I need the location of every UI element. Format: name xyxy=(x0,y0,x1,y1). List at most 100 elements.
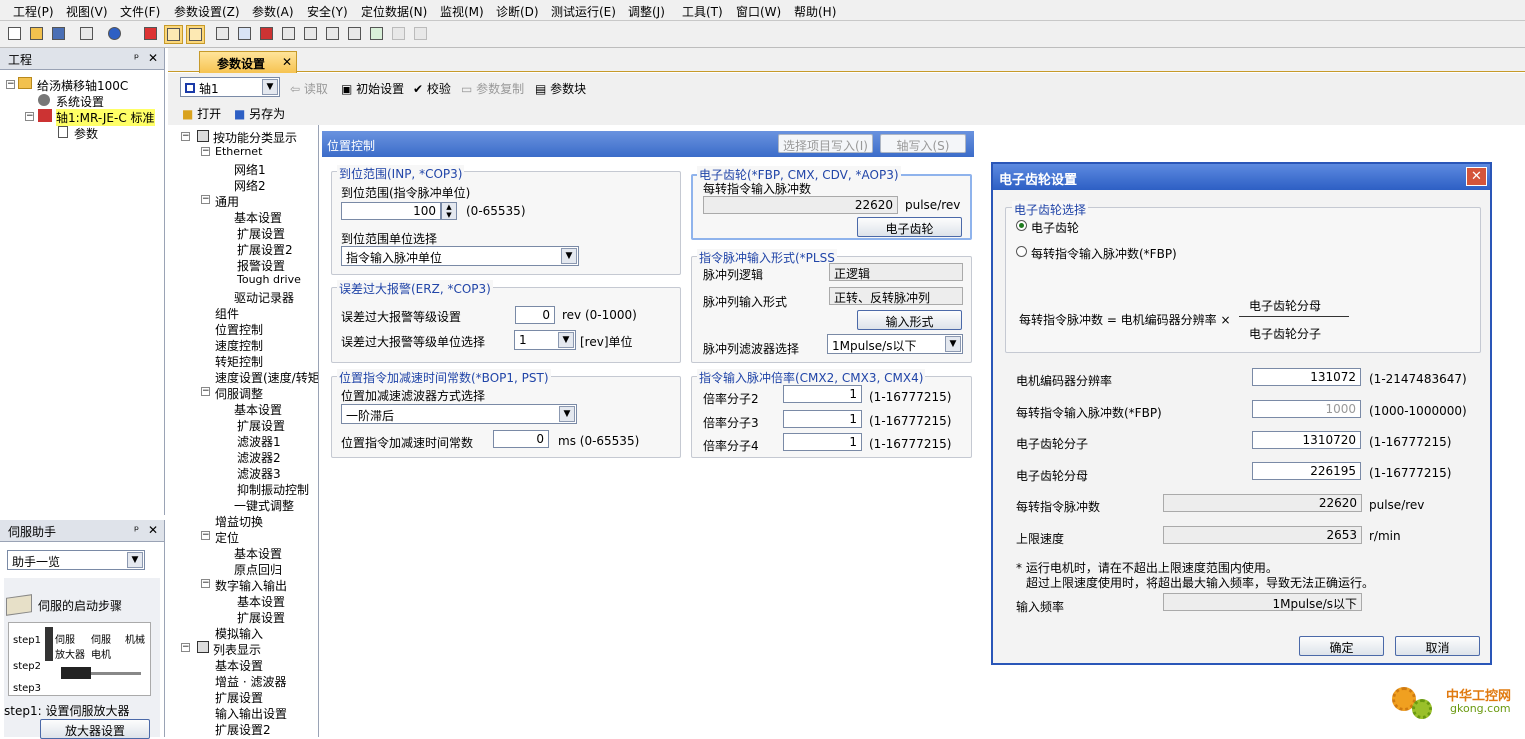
tree-extended2[interactable]: 扩展设置2 xyxy=(237,241,293,258)
tree-home-return[interactable]: 原点回归 xyxy=(234,561,282,578)
monitor-icon[interactable] xyxy=(214,25,233,44)
menu-tools[interactable]: 工具(T) xyxy=(682,3,723,20)
collapse-icon[interactable]: − xyxy=(201,147,210,156)
inp-range-input[interactable]: 100 xyxy=(341,202,441,220)
tree-speed-control[interactable]: 速度控制 xyxy=(215,337,263,354)
erz-level-input[interactable]: 0 xyxy=(515,306,555,324)
help-icon[interactable] xyxy=(106,25,125,44)
spin-icon[interactable]: ▲ ▼ xyxy=(441,202,457,220)
tree-positioning[interactable]: 定位 xyxy=(215,529,239,546)
tree-filter2[interactable]: 滤波器2 xyxy=(237,449,281,466)
toggle-a-icon[interactable] xyxy=(164,25,183,44)
cmx4-input[interactable]: 1 xyxy=(783,433,862,451)
radio-fbp[interactable] xyxy=(1016,246,1027,257)
alarm-icon[interactable] xyxy=(258,25,277,44)
assistant-select[interactable]: 助手一览 ▼ xyxy=(7,550,145,570)
menu-param-settings[interactable]: 参数设置(Z) xyxy=(174,3,240,20)
pin-icon[interactable]: ᵖ xyxy=(134,523,139,537)
tree-parameter[interactable]: 参数 xyxy=(74,125,98,142)
toggle-b-icon[interactable] xyxy=(186,25,205,44)
cmx2-input[interactable]: 1 xyxy=(783,385,862,403)
tuning-icon[interactable] xyxy=(324,25,343,44)
close-tab-icon[interactable]: ✕ xyxy=(282,55,292,69)
tree-vibration[interactable]: 抑制振动控制 xyxy=(237,481,309,498)
tree-digital-io[interactable]: 数字输入输出 xyxy=(215,577,287,594)
tree-io-settings[interactable]: 输入输出设置 xyxy=(215,705,287,722)
menu-adjust[interactable]: 调整(J) xyxy=(628,3,665,20)
tree-io-basic[interactable]: 基本设置 xyxy=(237,593,285,610)
tree-list-extended2[interactable]: 扩展设置2 xyxy=(215,721,271,737)
fbp-input[interactable]: 1000 xyxy=(1252,400,1361,418)
tree-tough-drive[interactable]: Tough drive xyxy=(237,273,301,286)
chevron-down-icon[interactable]: ▼ xyxy=(262,79,278,95)
collapse-icon[interactable]: − xyxy=(6,80,15,89)
tree-position-control[interactable]: 位置控制 xyxy=(215,321,263,338)
chevron-down-icon[interactable]: ▼ xyxy=(559,406,575,422)
tree-list-extended[interactable]: 扩展设置 xyxy=(215,689,263,706)
close-icon[interactable]: ✕ xyxy=(1466,167,1487,186)
saveas-button[interactable]: ■ 另存为 xyxy=(234,105,285,122)
tree-network2[interactable]: 网络2 xyxy=(234,177,266,194)
collapse-icon[interactable]: − xyxy=(201,579,210,588)
tree-network1[interactable]: 网络1 xyxy=(234,161,266,178)
menu-file[interactable]: 文件(F) xyxy=(120,3,160,20)
collapse-icon[interactable]: − xyxy=(181,643,190,652)
chevron-down-icon[interactable]: ▼ xyxy=(945,336,961,352)
collapse-icon[interactable]: − xyxy=(181,132,190,141)
gain-search-icon[interactable] xyxy=(368,25,387,44)
bop-time-input[interactable]: 0 xyxy=(493,430,549,448)
tree-filter3[interactable]: 滤波器3 xyxy=(237,465,281,482)
tree-alarm[interactable]: 报警设置 xyxy=(237,257,285,274)
bop-filter-select[interactable]: 一阶滞后 ▼ xyxy=(341,404,577,424)
tree-one-touch[interactable]: 一键式调整 xyxy=(234,497,294,514)
menu-project[interactable]: 工程(P) xyxy=(13,3,54,20)
menu-positioning-data[interactable]: 定位数据(N) xyxy=(361,3,427,20)
machine-analyzer-icon[interactable] xyxy=(346,25,365,44)
radio-electronic-gear[interactable] xyxy=(1016,220,1027,231)
write-selected-button[interactable]: 选择项目写入(I) xyxy=(778,134,873,153)
plss-filter-select[interactable]: 1Mpulse/s以下 ▼ xyxy=(827,334,963,354)
param-block-button[interactable]: ▤ 参数块 xyxy=(535,80,586,97)
open-icon[interactable] xyxy=(28,25,47,44)
tab-param-settings[interactable]: 参数设置 ✕ xyxy=(199,51,297,73)
cancel-button[interactable]: 取消 xyxy=(1395,636,1480,656)
tree-ethernet[interactable]: Ethernet xyxy=(215,145,262,158)
open-button[interactable]: ■ 打开 xyxy=(182,105,221,122)
axis-icon[interactable] xyxy=(142,25,161,44)
jog-icon[interactable] xyxy=(280,25,299,44)
tree-adj-basic[interactable]: 基本设置 xyxy=(234,401,282,418)
tree-component[interactable]: 组件 xyxy=(215,305,239,322)
cmx3-input[interactable]: 1 xyxy=(783,410,862,428)
tree-drive-recorder[interactable]: 驱动记录器 xyxy=(234,289,294,306)
tree-list-basic[interactable]: 基本设置 xyxy=(215,657,263,674)
tree-axis1[interactable]: 轴1:MR-JE-C 标准 xyxy=(56,109,155,126)
init-settings-button[interactable]: ▣ 初始设置 xyxy=(341,80,404,97)
menu-test-run[interactable]: 测试运行(E) xyxy=(551,3,616,20)
close-icon[interactable]: ✕ xyxy=(148,51,158,65)
menu-help[interactable]: 帮助(H) xyxy=(794,3,836,20)
erz-unit-select[interactable]: 1 ▼ xyxy=(514,330,576,350)
print-icon[interactable] xyxy=(78,25,97,44)
menu-monitor[interactable]: 监视(M) xyxy=(440,3,484,20)
tree-gain-switch[interactable]: 增益切换 xyxy=(215,513,263,530)
tree-filter1[interactable]: 滤波器1 xyxy=(237,433,281,450)
tree-torque-control[interactable]: 转矩控制 xyxy=(215,353,263,370)
tree-analog-input[interactable]: 模拟输入 xyxy=(215,625,263,642)
electronic-gear-button[interactable]: 电子齿轮 xyxy=(857,217,962,237)
read-button[interactable]: ⇦ 读取 xyxy=(290,80,328,97)
tree-pos-basic[interactable]: 基本设置 xyxy=(234,545,282,562)
tree-list-view[interactable]: 列表显示 xyxy=(213,641,261,658)
close-icon[interactable]: ✕ xyxy=(148,523,158,537)
axis-select[interactable]: 轴1 ▼ xyxy=(180,77,280,97)
pin-icon[interactable]: ᵖ xyxy=(134,51,139,65)
verify-button[interactable]: ✔ 校验 xyxy=(413,80,451,97)
collapse-icon[interactable]: − xyxy=(201,195,210,204)
axis-write-button[interactable]: 轴写入(S) xyxy=(880,134,966,153)
tree-servo-adjust[interactable]: 伺服调整 xyxy=(215,385,263,402)
amplifier-setup-button[interactable]: 放大器设置 xyxy=(40,719,150,739)
collapse-icon[interactable]: − xyxy=(201,531,210,540)
menu-param[interactable]: 参数(A) xyxy=(252,3,294,20)
tree-general[interactable]: 通用 xyxy=(215,193,239,210)
tree-by-function[interactable]: 按功能分类显示 xyxy=(213,129,297,146)
graph-icon[interactable] xyxy=(236,25,255,44)
